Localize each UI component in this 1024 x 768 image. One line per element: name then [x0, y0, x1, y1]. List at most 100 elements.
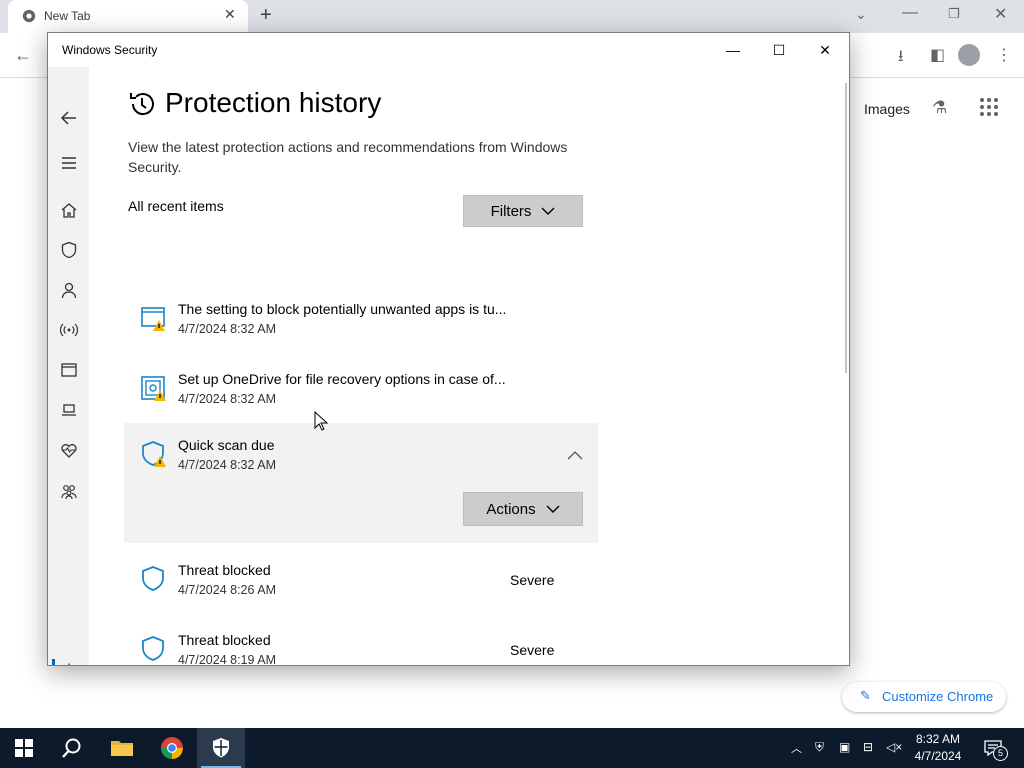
- navigation-rail: [48, 67, 89, 665]
- apps-grid-icon[interactable]: [980, 98, 1000, 118]
- chrome-favicon-icon: [22, 9, 36, 23]
- family-options-icon: [60, 485, 77, 500]
- maximize-button[interactable]: ☐: [756, 37, 802, 63]
- tray-security-icon[interactable]: ⛨: [815, 740, 824, 755]
- app-browser-control-icon: [60, 363, 77, 377]
- history-item-title: The setting to block potentially unwante…: [178, 301, 507, 317]
- history-item-time: 4/7/2024 8:19 AM: [178, 653, 276, 666]
- history-item-time: 4/7/2024 8:26 AM: [178, 583, 276, 597]
- vertical-scrollbar[interactable]: [845, 83, 847, 373]
- taskbar-file-explorer[interactable]: [98, 728, 146, 768]
- history-clock-icon: [130, 93, 154, 116]
- tab-search-icon[interactable]: ⌄: [855, 6, 867, 23]
- actions-button[interactable]: Actions: [463, 492, 583, 526]
- filters-button[interactable]: Filters: [463, 195, 583, 227]
- more-menu-icon[interactable]: ⋮: [996, 45, 1012, 65]
- profile-avatar[interactable]: [958, 44, 980, 66]
- back-arrow-icon[interactable]: ←: [14, 45, 32, 66]
- history-item-expanded[interactable]: Quick scan due 4/7/2024 8:32 AM Actions: [124, 423, 598, 543]
- actions-label: Actions: [486, 500, 536, 518]
- windows-security-window: Windows Security — ☐ ✕ Protection histor…: [47, 32, 850, 666]
- menu-button[interactable]: [48, 145, 89, 181]
- history-item-title: Set up OneDrive for file recovery option…: [178, 371, 506, 387]
- shield-icon: [142, 636, 164, 661]
- nav-virus-protection[interactable]: [48, 232, 89, 268]
- taskbar: ︿ ⛨ ▣ ⊟ ◁×: [0, 728, 1024, 768]
- pencil-icon: ✎: [860, 688, 871, 703]
- nav-device-security[interactable]: [48, 392, 89, 428]
- windows-logo-icon: [15, 739, 33, 757]
- nav-settings[interactable]: [48, 653, 89, 665]
- side-panel-icon[interactable]: ◧: [930, 45, 945, 65]
- shield-warning-icon: [142, 441, 166, 467]
- taskbar-chrome[interactable]: [148, 728, 196, 768]
- taskbar-clock[interactable]: 8:32 AM 4/7/2024: [908, 731, 968, 765]
- customize-chrome-button[interactable]: ✎ Customize Chrome: [842, 682, 1006, 712]
- chrome-logo-icon: [161, 737, 183, 759]
- protection-history-page: Protection history View the latest prote…: [89, 67, 845, 665]
- app-browser-warning-icon: [141, 307, 165, 331]
- window-titlebar[interactable]: Windows Security — ☐ ✕: [48, 33, 849, 67]
- clock-time: 8:32 AM: [915, 732, 961, 746]
- search-icon: [62, 738, 81, 758]
- taskbar-windows-security[interactable]: [197, 728, 245, 768]
- tray-volume-muted-icon[interactable]: ◁×: [886, 740, 902, 754]
- chevron-down-icon: [546, 505, 560, 513]
- tray-ethernet-icon[interactable]: ⊟: [863, 740, 873, 754]
- settings-icon: [67, 663, 70, 665]
- browser-tabstrip: New Tab ✕ + ⌄ — ❐ ✕: [0, 0, 1024, 33]
- history-item-title: Quick scan due: [178, 437, 275, 453]
- labs-flask-icon[interactable]: ⚗: [932, 98, 947, 118]
- tray-network-warning-icon[interactable]: ▣: [839, 740, 850, 754]
- show-hidden-icons-chevron-icon[interactable]: ︿: [791, 740, 802, 756]
- back-button[interactable]: [48, 100, 89, 136]
- device-health-icon: [60, 444, 77, 458]
- severity-label: Severe: [510, 572, 555, 588]
- notification-count-badge: 5: [993, 746, 1008, 761]
- folder-icon: [111, 741, 133, 756]
- images-link[interactable]: Images: [864, 101, 910, 117]
- device-security-icon: [61, 404, 76, 416]
- mouse-cursor-icon: [314, 411, 328, 431]
- ransomware-warning-icon: [141, 376, 166, 401]
- browser-minimize-icon[interactable]: —: [902, 4, 918, 22]
- nav-app-browser-control[interactable]: [48, 352, 89, 388]
- chevron-up-icon[interactable]: [567, 451, 583, 460]
- history-item-time: 4/7/2024 8:32 AM: [178, 322, 276, 336]
- history-item-title: Threat blocked: [178, 632, 271, 648]
- taskbar-search-button[interactable]: [48, 728, 96, 768]
- history-item[interactable]: Set up OneDrive for file recovery option…: [124, 357, 598, 427]
- history-item[interactable]: Threat blocked 4/7/2024 8:26 AM Severe: [124, 548, 598, 618]
- menu-icon: [61, 157, 76, 169]
- page-title: Protection history: [165, 87, 382, 118]
- notification-center-button[interactable]: 5: [983, 738, 1008, 761]
- filters-label: Filters: [490, 202, 532, 220]
- nav-family-options[interactable]: [48, 473, 89, 509]
- browser-restore-icon[interactable]: ❐: [948, 6, 960, 22]
- severity-label: Severe: [510, 642, 555, 658]
- clock-date: 4/7/2024: [914, 749, 962, 763]
- history-item[interactable]: The setting to block potentially unwante…: [124, 287, 598, 357]
- page-description: View the latest protection actions and r…: [128, 139, 568, 175]
- minimize-button[interactable]: —: [710, 37, 756, 63]
- close-button[interactable]: ✕: [802, 37, 848, 63]
- browser-tab-new-tab[interactable]: New Tab ✕: [8, 0, 248, 33]
- window-title: Windows Security: [62, 43, 158, 57]
- start-button[interactable]: [0, 728, 48, 768]
- customize-chrome-label: Customize Chrome: [882, 689, 994, 704]
- chevron-down-icon: [541, 207, 555, 215]
- nav-home[interactable]: [48, 192, 89, 228]
- browser-close-icon[interactable]: ✕: [994, 4, 1007, 24]
- history-item-time: 4/7/2024 8:32 AM: [178, 458, 276, 472]
- back-icon: [60, 111, 76, 125]
- history-item-time: 4/7/2024 8:32 AM: [178, 392, 276, 406]
- nav-account-protection[interactable]: [48, 272, 89, 308]
- history-item[interactable]: Threat blocked 4/7/2024 8:19 AM Severe: [124, 618, 598, 666]
- tab-close-icon[interactable]: ✕: [224, 6, 236, 23]
- history-item-title: Threat blocked: [178, 562, 271, 578]
- new-tab-button[interactable]: +: [260, 4, 272, 27]
- nav-device-health[interactable]: [48, 432, 89, 468]
- nav-firewall[interactable]: [48, 312, 89, 348]
- account-protection-icon: [61, 282, 76, 299]
- download-icon[interactable]: ⭳: [898, 45, 904, 72]
